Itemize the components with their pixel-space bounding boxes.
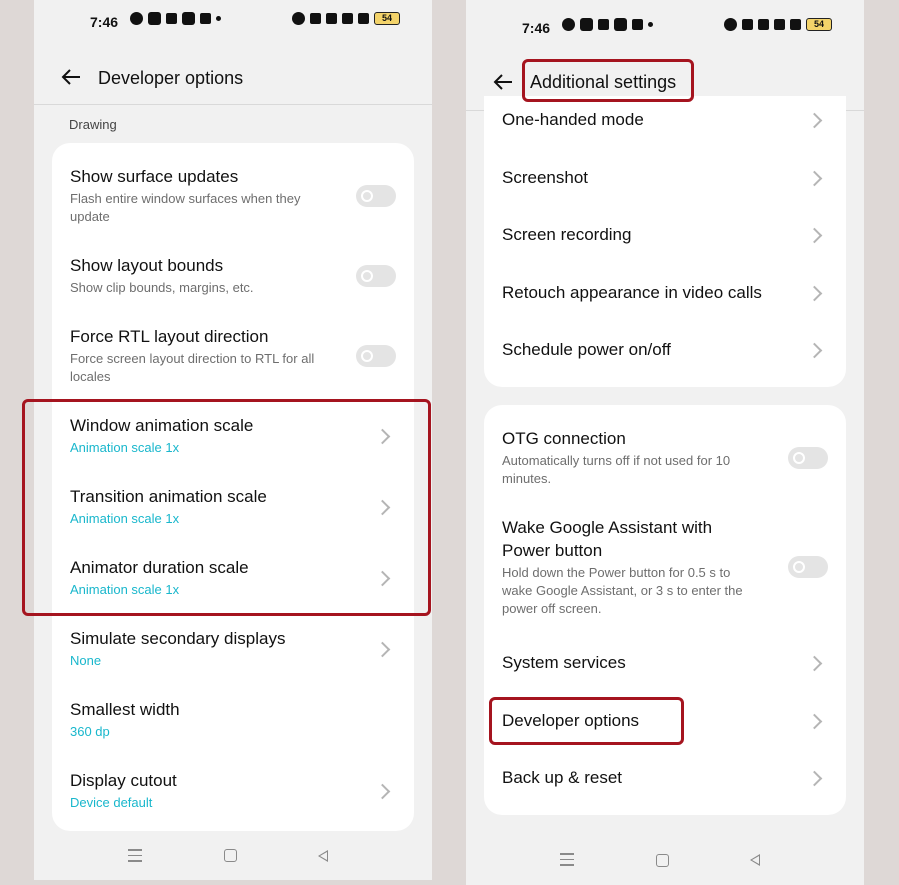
list-item-simulate-secondary-displays[interactable]: Simulate secondary displays None bbox=[70, 627, 396, 677]
app-icon bbox=[182, 12, 195, 25]
app-bar: Developer options bbox=[34, 62, 432, 102]
back-nav-icon[interactable] bbox=[750, 854, 760, 866]
item-title: System services bbox=[502, 653, 626, 672]
notification-icons bbox=[130, 12, 221, 25]
item-title: Wake Google Assistant with Power button bbox=[502, 518, 713, 560]
status-bar: 7:46 54 bbox=[466, 6, 864, 46]
status-time: 7:46 bbox=[522, 20, 551, 36]
item-value: 360 dp bbox=[70, 724, 110, 739]
list-item-show-surface-updates[interactable]: Show surface updates Flash entire window… bbox=[70, 165, 396, 235]
item-subtitle: Automatically turns off if not used for … bbox=[502, 453, 731, 486]
item-title: Retouch appearance in video calls bbox=[502, 283, 762, 302]
battery-icon: 54 bbox=[374, 12, 400, 25]
bluetooth-icon bbox=[758, 19, 769, 30]
toggle-switch[interactable] bbox=[356, 345, 396, 367]
navigation-bar bbox=[466, 847, 864, 877]
system-icons: 54 bbox=[292, 12, 400, 25]
home-nav-icon[interactable] bbox=[656, 854, 669, 867]
list-item-back-up-reset[interactable]: Back up & reset bbox=[502, 766, 828, 794]
list-item-wake-google-assistant[interactable]: Wake Google Assistant with Power button … bbox=[502, 516, 828, 626]
item-title: Show layout bounds bbox=[70, 256, 224, 275]
item-title: Smallest width bbox=[70, 700, 180, 719]
toggle-switch[interactable] bbox=[356, 265, 396, 287]
mute-icon bbox=[310, 13, 321, 24]
youtube-icon bbox=[148, 12, 161, 25]
item-subtitle: Hold down the Power button for 0.5 s to … bbox=[502, 565, 743, 616]
alarm-icon bbox=[724, 18, 737, 31]
page-title: Developer options bbox=[98, 68, 244, 88]
item-title: Show surface updates bbox=[70, 167, 239, 186]
bluetooth-icon bbox=[326, 13, 337, 24]
wifi-icon bbox=[774, 19, 785, 30]
back-arrow-icon[interactable] bbox=[492, 71, 514, 93]
chat-icon bbox=[562, 18, 575, 31]
list-item-otg-connection[interactable]: OTG connection Automatically turns off i… bbox=[502, 427, 828, 497]
b-app-icon bbox=[598, 19, 609, 30]
item-title: Simulate secondary displays bbox=[70, 629, 286, 648]
item-value: Device default bbox=[70, 795, 153, 810]
alarm-icon bbox=[292, 12, 305, 25]
item-title: Schedule power on/off bbox=[502, 340, 671, 359]
toggle-switch[interactable] bbox=[788, 556, 828, 578]
list-item-system-services[interactable]: System services bbox=[502, 651, 828, 679]
more-dot-icon bbox=[216, 16, 221, 21]
list-item-force-rtl[interactable]: Force RTL layout direction Force screen … bbox=[70, 325, 396, 395]
b-app-icon bbox=[166, 13, 177, 24]
list-item-display-cutout[interactable]: Display cutout Device default bbox=[70, 769, 396, 819]
highlight-additional-settings bbox=[522, 59, 694, 102]
item-title: Force RTL layout direction bbox=[70, 327, 269, 346]
settings-card-group1: One-handed mode Screenshot Screen record… bbox=[484, 96, 846, 387]
chat-icon bbox=[130, 12, 143, 25]
item-title: OTG connection bbox=[502, 429, 626, 448]
item-title: One-handed mode bbox=[502, 110, 644, 129]
youtube-icon bbox=[580, 18, 593, 31]
app-icon bbox=[614, 18, 627, 31]
menu-nav-icon[interactable] bbox=[128, 849, 142, 866]
list-item-schedule-power[interactable]: Schedule power on/off bbox=[502, 338, 828, 366]
item-value: None bbox=[70, 653, 102, 668]
signal-icon bbox=[358, 13, 369, 24]
gmail-icon bbox=[200, 13, 211, 24]
settings-card-group2: OTG connection Automatically turns off i… bbox=[484, 405, 846, 815]
wifi-icon bbox=[342, 13, 353, 24]
navigation-bar bbox=[34, 843, 432, 873]
additional-settings-screen: 7:46 54 Additional settings One-handed m… bbox=[466, 0, 864, 885]
notification-icons bbox=[562, 18, 653, 31]
highlight-developer-options bbox=[489, 697, 684, 745]
status-bar: 7:46 54 bbox=[34, 0, 432, 40]
toggle-switch[interactable] bbox=[356, 185, 396, 207]
item-title: Screenshot bbox=[502, 168, 588, 187]
item-title: Screen recording bbox=[502, 225, 632, 244]
section-label: Drawing bbox=[69, 117, 117, 132]
home-nav-icon[interactable] bbox=[224, 849, 237, 862]
signal-icon bbox=[790, 19, 801, 30]
item-title: Display cutout bbox=[70, 771, 177, 790]
status-time: 7:46 bbox=[90, 14, 119, 30]
item-subtitle: Flash entire window surfaces when they u… bbox=[70, 191, 301, 224]
item-subtitle: Show clip bounds, margins, etc. bbox=[70, 280, 254, 295]
item-title: Back up & reset bbox=[502, 768, 623, 787]
list-item-retouch-appearance[interactable]: Retouch appearance in video calls bbox=[502, 281, 828, 309]
list-item-show-layout-bounds[interactable]: Show layout bounds Show clip bounds, mar… bbox=[70, 254, 396, 304]
divider bbox=[34, 104, 432, 105]
toggle-switch[interactable] bbox=[788, 447, 828, 469]
battery-icon: 54 bbox=[806, 18, 832, 31]
more-dot-icon bbox=[648, 22, 653, 27]
list-item-screen-recording[interactable]: Screen recording bbox=[502, 223, 828, 251]
back-arrow-icon[interactable] bbox=[60, 66, 82, 88]
item-subtitle: Force screen layout direction to RTL for… bbox=[70, 351, 315, 384]
menu-nav-icon[interactable] bbox=[560, 853, 574, 870]
system-icons: 54 bbox=[724, 18, 832, 31]
list-item-one-handed-mode[interactable]: One-handed mode bbox=[502, 108, 828, 136]
gmail-icon bbox=[632, 19, 643, 30]
list-item-smallest-width[interactable]: Smallest width 360 dp bbox=[70, 698, 396, 748]
back-nav-icon[interactable] bbox=[318, 850, 328, 862]
highlight-animation-scales bbox=[22, 399, 431, 616]
mute-icon bbox=[742, 19, 753, 30]
list-item-screenshot[interactable]: Screenshot bbox=[502, 166, 828, 194]
